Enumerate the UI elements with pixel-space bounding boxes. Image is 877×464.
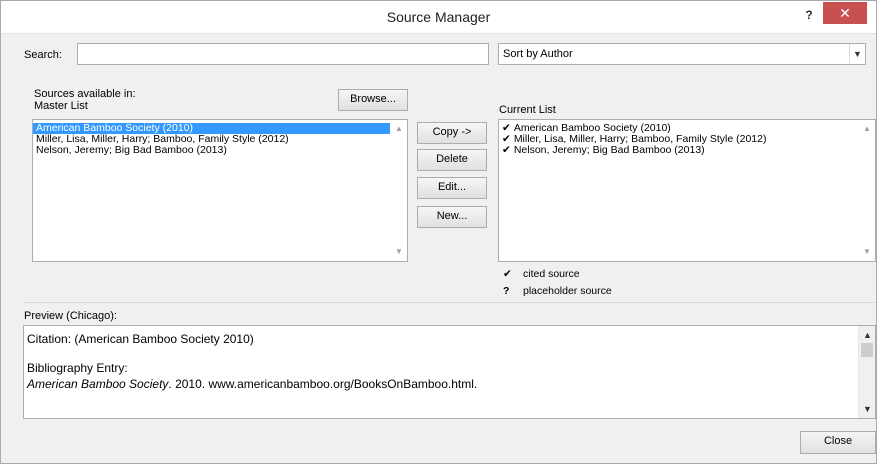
preview-label: Preview (Chicago): (24, 310, 117, 322)
divider (23, 302, 876, 303)
legend-cited-label: cited source (523, 268, 580, 280)
help-button[interactable]: ? (798, 5, 820, 25)
delete-button[interactable]: Delete (417, 149, 487, 171)
search-label: Search: (24, 49, 62, 61)
scroll-up-icon[interactable]: ▲ (391, 122, 407, 136)
close-button[interactable]: Close (800, 431, 876, 454)
sources-available-label: Sources available in: (34, 88, 136, 100)
master-list-scrollbar[interactable]: ▲ ▼ (391, 120, 407, 261)
scroll-up-icon[interactable]: ▲ (859, 328, 875, 342)
chevron-down-icon[interactable]: ▼ (849, 44, 865, 64)
question-icon: ? (503, 285, 510, 297)
preview-scrollbar[interactable]: ▲ ▼ (858, 326, 875, 418)
current-list-scrollbar[interactable]: ▲ ▼ (859, 120, 875, 261)
bibliography-rest: . 2010. www.americanbamboo.org/BooksOnBa… (168, 377, 478, 391)
check-icon: ✔ (502, 144, 511, 156)
scroll-down-icon[interactable]: ▼ (859, 402, 875, 416)
search-input[interactable] (77, 43, 489, 65)
master-list[interactable]: American Bamboo Society (2010) Miller, L… (32, 119, 408, 262)
preview-citation: Citation: (American Bamboo Society 2010) (27, 332, 254, 346)
browse-button[interactable]: Browse... (338, 89, 408, 111)
close-icon: ✕ (839, 5, 851, 21)
master-list-label: Master List (34, 100, 88, 112)
list-item[interactable]: Nelson, Jeremy; Big Bad Bamboo (2013) (33, 145, 407, 156)
check-icon: ✔ (503, 268, 512, 280)
edit-button[interactable]: Edit... (417, 177, 487, 199)
preview-box[interactable]: Citation: (American Bamboo Society 2010)… (23, 325, 876, 419)
preview-bibliography-entry: American Bamboo Society. 2010. www.ameri… (24, 376, 875, 392)
bibliography-title: American Bamboo Society (27, 377, 169, 391)
copy-button[interactable]: Copy -> (417, 122, 487, 144)
scroll-down-icon[interactable]: ▼ (859, 245, 875, 259)
list-item[interactable]: ✔ Nelson, Jeremy; Big Bad Bamboo (2013) (499, 145, 875, 156)
scroll-thumb[interactable] (861, 343, 873, 357)
preview-bibliography-heading: Bibliography Entry: (27, 361, 128, 375)
new-button[interactable]: New... (417, 206, 487, 228)
current-list-label: Current List (499, 104, 556, 116)
close-window-button[interactable]: ✕ (823, 2, 867, 24)
scroll-down-icon[interactable]: ▼ (391, 245, 407, 259)
current-list[interactable]: ✔ American Bamboo Society (2010) ✔ Miller,… (498, 119, 876, 262)
scroll-up-icon[interactable]: ▲ (859, 122, 875, 136)
sort-selected-value: Sort by Author (503, 48, 573, 60)
source-manager-dialog: Source Manager ? ✕ Search: Sort by Autho… (0, 0, 877, 464)
legend-placeholder-label: placeholder source (523, 285, 612, 297)
legend-placeholder: ? placeholder source (503, 285, 612, 297)
title-bar: Source Manager ? ✕ (1, 1, 876, 34)
sort-select[interactable]: Sort by Author ▼ (498, 43, 866, 65)
window-title: Source Manager (386, 9, 491, 25)
legend-cited: ✔ cited source (503, 268, 580, 280)
